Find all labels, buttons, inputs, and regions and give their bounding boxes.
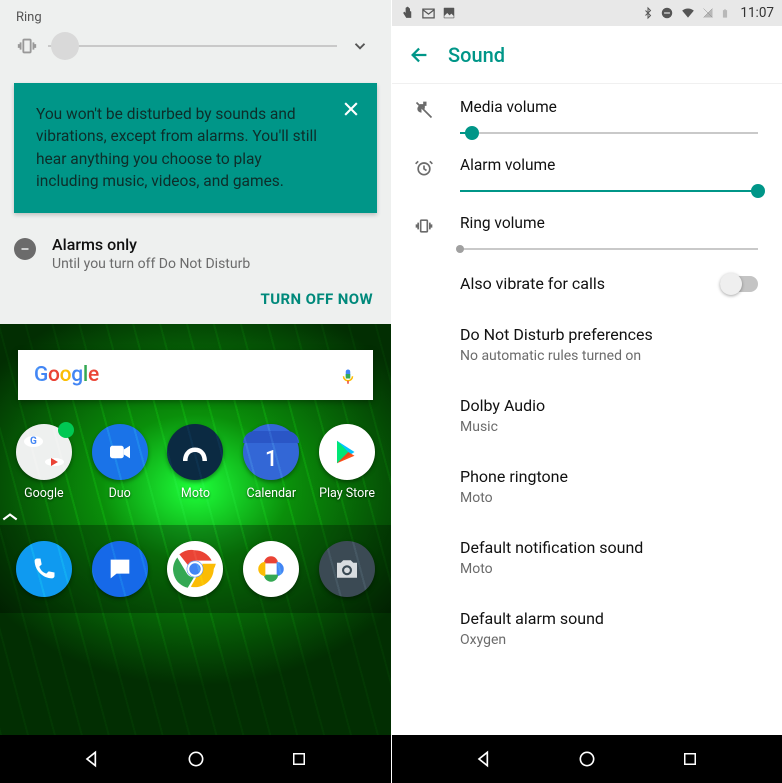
- dolby-audio-row[interactable]: Dolby Audio Music: [392, 380, 782, 451]
- dock: [0, 525, 391, 613]
- setting-sub: No automatic rules turned on: [460, 348, 758, 364]
- dock-camera[interactable]: [319, 541, 375, 597]
- nav-recent[interactable]: [679, 748, 701, 770]
- app-label: Duo: [109, 486, 131, 501]
- dock-chrome[interactable]: [167, 541, 223, 597]
- status-left-icons: [400, 6, 456, 21]
- vibrate-calls-switch[interactable]: [720, 276, 758, 292]
- alarm-volume-row: Alarm volume: [392, 142, 782, 200]
- ring-label: Ring: [16, 10, 375, 25]
- phone-ringtone-row[interactable]: Phone ringtone Moto: [392, 451, 782, 522]
- vibrate-icon: [406, 216, 442, 236]
- alarm-volume-title: Alarm volume: [460, 156, 758, 174]
- settings-header: Sound: [392, 26, 782, 84]
- setting-title: Phone ringtone: [460, 467, 758, 486]
- setting-sub: Moto: [460, 561, 758, 577]
- alarms-only-title: Alarms only: [52, 235, 250, 254]
- app-duo[interactable]: Duo: [84, 424, 156, 501]
- app-label: Calendar: [246, 486, 296, 501]
- ring-slider-row: [16, 31, 375, 61]
- header-title: Sound: [448, 43, 505, 67]
- google-logo: Google: [34, 363, 99, 387]
- slider-thumb[interactable]: [751, 184, 765, 198]
- dock-photos[interactable]: [243, 541, 299, 597]
- picture-icon: [442, 6, 456, 20]
- ring-volume-row: Ring volume: [392, 200, 782, 258]
- dock-phone[interactable]: [16, 541, 72, 597]
- status-right-icons: 11:07: [642, 5, 774, 21]
- app-label: Google: [24, 486, 63, 501]
- slider-thumb[interactable]: [465, 126, 479, 140]
- setting-title: Dolby Audio: [460, 396, 758, 415]
- left-phone: Ring You won't be disturbed by sounds an…: [0, 0, 391, 783]
- app-play-store[interactable]: Play Store: [311, 424, 383, 501]
- dnd-info-text: You won't be disturbed by sounds and vib…: [36, 103, 321, 193]
- alarm-volume-slider[interactable]: [460, 190, 758, 192]
- hand-icon: [400, 6, 415, 21]
- app-row: G Google Duo Moto 1 Calendar: [0, 418, 391, 501]
- vibrate-calls-row[interactable]: Also vibrate for calls: [392, 258, 782, 309]
- google-search-bar[interactable]: Google: [18, 350, 373, 400]
- dnd-info-card: You won't be disturbed by sounds and vib…: [14, 83, 377, 213]
- app-moto[interactable]: Moto: [159, 424, 231, 501]
- ring-volume-slider[interactable]: [460, 248, 758, 250]
- setting-sub: Oxygen: [460, 632, 758, 648]
- nav-home[interactable]: [185, 748, 207, 770]
- media-volume-slider[interactable]: [460, 132, 758, 134]
- dnd-minus-icon: [14, 238, 36, 260]
- setting-title: Do Not Disturb preferences: [460, 325, 758, 344]
- nav-recent[interactable]: [288, 748, 310, 770]
- setting-sub: Moto: [460, 490, 758, 506]
- app-label: Moto: [181, 486, 210, 501]
- dock-messages[interactable]: [92, 541, 148, 597]
- ring-volume-title: Ring volume: [460, 214, 758, 232]
- app-label: Play Store: [319, 486, 375, 501]
- status-bar: 11:07: [392, 0, 782, 26]
- setting-title: Default notification sound: [460, 538, 758, 557]
- nav-bar-right: [392, 735, 782, 783]
- alarm-sound-row[interactable]: Default alarm sound Oxygen: [392, 593, 782, 664]
- ring-slider[interactable]: [48, 45, 337, 47]
- homescreen: Google G Google Duo: [0, 324, 391, 735]
- app-calendar[interactable]: 1 Calendar: [235, 424, 307, 501]
- expand-chevron-icon[interactable]: [345, 31, 375, 61]
- vibrate-calls-title: Also vibrate for calls: [460, 274, 605, 293]
- alarms-only-row: Alarms only Until you turn off Do Not Di…: [0, 231, 391, 278]
- slider-thumb[interactable]: [456, 245, 464, 253]
- nav-home[interactable]: [576, 748, 598, 770]
- alarm-icon: [406, 158, 442, 178]
- ring-slider-thumb[interactable]: [51, 32, 79, 60]
- dnd-status-icon: [660, 6, 674, 20]
- app-google-folder[interactable]: G Google: [8, 424, 80, 501]
- turn-off-now-button[interactable]: TURN OFF NOW: [0, 278, 391, 324]
- close-icon[interactable]: [339, 97, 363, 121]
- right-phone: 11:07 Sound Media volume Alarm volume: [391, 0, 782, 783]
- media-volume-title: Media volume: [460, 98, 758, 116]
- nav-bar-left: [0, 735, 391, 783]
- app-drawer-arrow-icon[interactable]: [0, 501, 391, 525]
- ring-volume-panel: Ring: [0, 0, 391, 65]
- media-volume-row: Media volume: [392, 84, 782, 142]
- sound-settings-list[interactable]: Media volume Alarm volume Ring v: [392, 84, 782, 735]
- gmail-icon: [421, 6, 436, 21]
- vibrate-icon: [16, 35, 38, 57]
- notification-sound-row[interactable]: Default notification sound Moto: [392, 522, 782, 593]
- wifi-icon: [680, 6, 696, 20]
- alarms-only-sub: Until you turn off Do Not Disturb: [52, 256, 250, 272]
- status-time: 11:07: [740, 5, 774, 21]
- nav-back[interactable]: [81, 748, 103, 770]
- signal-icon: [702, 6, 714, 20]
- setting-sub: Music: [460, 419, 758, 435]
- setting-title: Default alarm sound: [460, 609, 758, 628]
- mic-icon[interactable]: [339, 366, 357, 384]
- nav-back[interactable]: [473, 748, 495, 770]
- music-off-icon: [406, 100, 442, 120]
- back-arrow-icon[interactable]: [400, 35, 440, 75]
- battery-icon: [720, 6, 730, 21]
- bluetooth-icon: [642, 6, 654, 20]
- dnd-prefs-row[interactable]: Do Not Disturb preferences No automatic …: [392, 309, 782, 380]
